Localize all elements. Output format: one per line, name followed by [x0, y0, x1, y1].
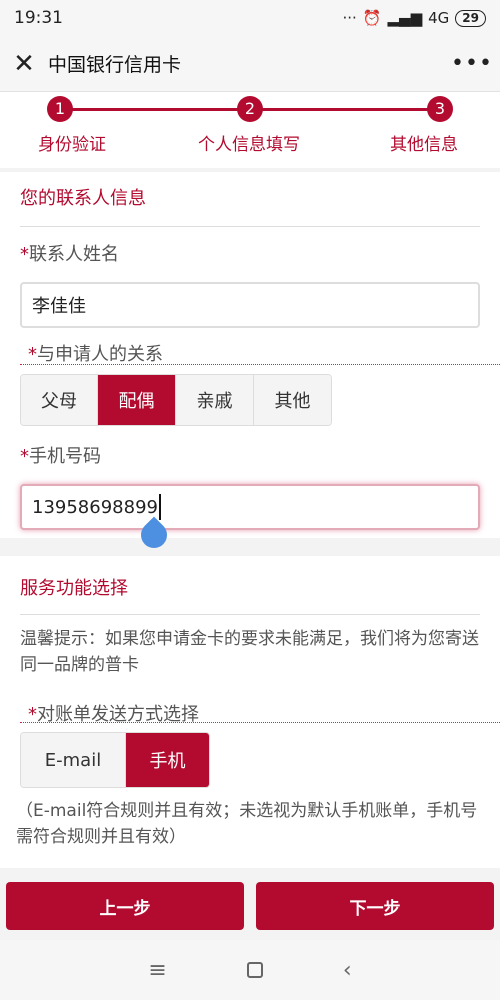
- status-time: 19:31: [14, 8, 63, 28]
- contact-name-input[interactable]: 李佳佳: [20, 282, 480, 328]
- relation-option-other[interactable]: 其他: [254, 375, 331, 425]
- title-bar: ✕ 中国银行信用卡 •••: [0, 36, 500, 92]
- menu-icon[interactable]: ≡: [148, 958, 166, 983]
- step-3-dot: 3: [427, 96, 453, 122]
- close-icon[interactable]: ✕: [0, 36, 48, 92]
- bill-method-selector: E-mail 手机: [20, 732, 210, 788]
- prev-step-button[interactable]: 上一步: [6, 882, 244, 930]
- required-mark: *: [28, 344, 37, 365]
- more-options-icon[interactable]: •••: [444, 51, 500, 76]
- phone-label-text: 手机号码: [29, 446, 101, 467]
- bill-dotted-line: [20, 722, 500, 723]
- section-divider: [20, 226, 480, 227]
- contact-name-label: *联系人姓名: [20, 240, 119, 266]
- bill-option-phone[interactable]: 手机: [126, 733, 209, 787]
- section-divider: [20, 614, 480, 615]
- network-type: 4G: [428, 9, 450, 27]
- relation-option-parents[interactable]: 父母: [21, 375, 98, 425]
- relation-dotted-line: [20, 364, 500, 365]
- alarm-icon: ⏰: [362, 9, 382, 27]
- required-mark: *: [20, 446, 29, 467]
- relation-selector: 父母 配偶 亲戚 其他: [20, 374, 332, 426]
- signal-icon: ▂▄▆: [387, 9, 423, 27]
- step-2-label: 个人信息填写: [198, 135, 300, 155]
- relation-option-relatives[interactable]: 亲戚: [176, 375, 254, 425]
- text-caret: [158, 494, 161, 520]
- next-step-button[interactable]: 下一步: [256, 882, 494, 930]
- service-section-title: 服务功能选择: [20, 578, 128, 599]
- phone-value: 13958698899: [32, 496, 158, 518]
- service-section: 服务功能选择 温馨提示：如果您申请金卡的要求未能满足，我们将为您寄送同一品牌的普…: [0, 556, 500, 868]
- bill-option-email[interactable]: E-mail: [21, 733, 126, 787]
- home-icon[interactable]: [246, 962, 263, 978]
- step-1-dot: 1: [47, 96, 73, 122]
- notification-dots-icon: ···: [342, 9, 357, 27]
- contact-name-value: 李佳佳: [32, 296, 86, 317]
- relation-option-spouse[interactable]: 配偶: [98, 375, 176, 425]
- step-progress: 1 2 3 身份验证 个人信息填写 其他信息: [0, 92, 500, 168]
- system-nav-bar: ≡ ‹: [0, 940, 500, 1000]
- service-tip: 温馨提示：如果您申请金卡的要求未能满足，我们将为您寄送同一品牌的普卡: [20, 629, 479, 675]
- contact-section: 您的联系人信息 *联系人姓名 李佳佳 *与申请人的关系 父母 配偶 亲戚 其他 …: [0, 172, 500, 538]
- phone-label: *手机号码: [20, 442, 101, 468]
- relation-label: *与申请人的关系: [28, 340, 163, 366]
- battery-icon: 29: [455, 9, 486, 27]
- step-3-label: 其他信息: [390, 135, 458, 155]
- contact-section-title: 您的联系人信息: [20, 188, 146, 209]
- step-1-label: 身份验证: [38, 135, 106, 155]
- page-title: 中国银行信用卡: [48, 54, 182, 76]
- required-mark: *: [20, 244, 29, 265]
- relation-label-text: 与申请人的关系: [37, 344, 163, 365]
- bill-method-note: （E-mail符合规则并且有效；未选视为默认手机账单，手机号需符合规则并且有效）: [16, 801, 478, 847]
- back-icon[interactable]: ‹: [343, 958, 352, 983]
- status-bar: 19:31 ··· ⏰ ▂▄▆ 4G 29: [0, 0, 500, 36]
- step-2-dot: 2: [237, 96, 263, 122]
- phone-input[interactable]: 13958698899: [20, 484, 480, 530]
- contact-name-label-text: 联系人姓名: [29, 244, 119, 265]
